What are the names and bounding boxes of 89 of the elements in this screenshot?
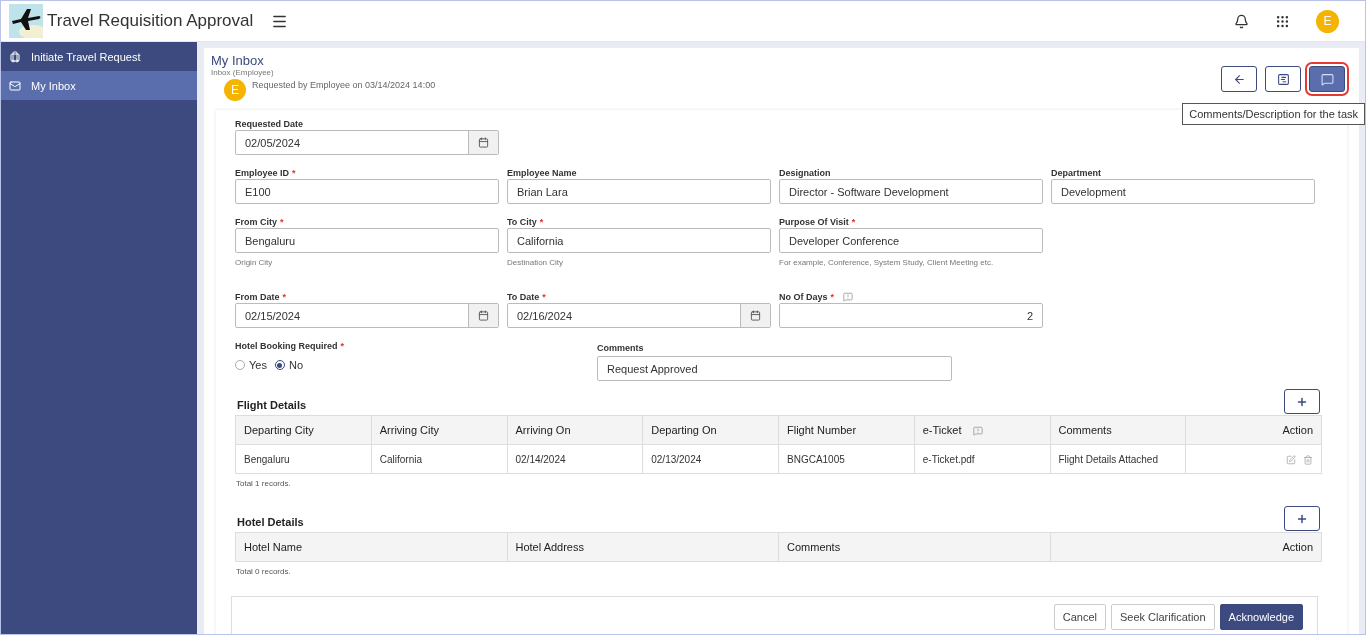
back-arrow-icon xyxy=(1232,72,1246,86)
field-label: Designation xyxy=(779,167,831,178)
required-asterisk: * xyxy=(542,291,546,302)
field-label: Employee Name xyxy=(507,167,577,178)
add-button[interactable] xyxy=(1284,389,1320,414)
page-subtitle: Inbox (Employee) xyxy=(211,68,275,77)
input-field[interactable]: E100 xyxy=(235,179,499,204)
required-asterisk: * xyxy=(830,291,835,302)
input-field[interactable]: Brian Lara xyxy=(507,179,771,204)
required-asterisk: * xyxy=(280,216,284,227)
field-label: To Date xyxy=(507,291,540,302)
requested-by-text: Requested by Employee on 03/14/2024 14:00 xyxy=(252,80,436,90)
app-title: Travel Requisition Approval xyxy=(47,11,254,31)
comments-field[interactable]: Request Approved xyxy=(597,356,952,381)
apps-grid-icon[interactable] xyxy=(1275,13,1290,29)
tooltip: Comments/Description for the task xyxy=(1182,103,1365,125)
field-label: Purpose Of Visit xyxy=(779,216,849,227)
input-field[interactable]: Bengaluru xyxy=(235,228,499,253)
radio-option[interactable]: No xyxy=(274,359,303,371)
column-header: e-Ticket xyxy=(922,423,962,436)
column-header: Comments xyxy=(787,541,841,553)
field-label: Hotel Booking Required xyxy=(235,340,338,351)
comment-icon xyxy=(1320,72,1334,86)
field-label: Requested Date xyxy=(235,118,304,129)
requester-avatar: E xyxy=(224,79,246,101)
plus-icon xyxy=(1296,512,1308,525)
input-field[interactable]: Developer Conference xyxy=(779,228,1043,253)
back-button[interactable] xyxy=(1221,66,1257,92)
field-label: From Date xyxy=(235,291,280,302)
secondary-button[interactable]: Seek Clarification xyxy=(1110,604,1215,630)
calendar-icon xyxy=(750,310,761,321)
calendar-icon xyxy=(478,310,489,321)
date-field[interactable]: 02/15/2024 xyxy=(235,303,499,328)
required-asterisk: * xyxy=(851,216,856,227)
secondary-button[interactable]: Cancel xyxy=(1053,604,1106,630)
column-header: Arriving City xyxy=(379,424,440,436)
plane-logo-icon xyxy=(9,4,43,38)
field-hint: Origin City xyxy=(235,258,274,267)
field-label: No Of Days xyxy=(779,291,828,302)
section-title: Hotel Details xyxy=(236,516,304,530)
column-header: Hotel Address xyxy=(515,541,584,553)
table-cell: Flight Details Attached xyxy=(1050,444,1186,474)
column-header: Action xyxy=(1282,541,1313,553)
table-cell: BNGCA1005 xyxy=(778,444,915,474)
form-icon xyxy=(1276,72,1290,86)
radio-option[interactable]: Yes xyxy=(235,359,267,371)
table-cell: California xyxy=(371,444,507,474)
input-field[interactable]: Director - Software Development xyxy=(779,179,1043,204)
plus-icon xyxy=(1296,395,1308,408)
mail-icon xyxy=(9,79,21,92)
section-title: Flight Details xyxy=(236,399,307,413)
column-header: Arriving On xyxy=(515,424,571,436)
calendar-icon xyxy=(478,137,489,148)
field-label: Department xyxy=(1051,167,1101,178)
column-header: Flight Number xyxy=(787,424,857,436)
table-cell: Bengaluru xyxy=(235,444,372,474)
table-cell: 02/14/2024 xyxy=(507,444,643,474)
field-hint: Destination City xyxy=(507,258,565,267)
field-label: To City xyxy=(507,216,537,227)
page-title: My Inbox xyxy=(211,54,265,68)
input-field[interactable]: 2 xyxy=(779,303,1043,328)
form-button[interactable] xyxy=(1265,66,1301,92)
table-cell: 02/13/2024 xyxy=(642,444,779,474)
column-header: Departing On xyxy=(651,424,717,436)
column-header: Hotel Name xyxy=(244,541,303,553)
sidebar-item[interactable]: My Inbox xyxy=(1,71,197,100)
required-asterisk: * xyxy=(340,340,345,351)
date-field[interactable]: 02/05/2024 xyxy=(235,130,499,155)
required-asterisk: * xyxy=(539,216,544,227)
field-label: From City xyxy=(235,216,277,227)
luggage-icon xyxy=(9,50,21,63)
column-header: Action xyxy=(1282,424,1313,436)
date-field[interactable]: 02/16/2024 xyxy=(507,303,771,328)
column-header: Departing City xyxy=(244,424,314,436)
input-field[interactable]: California xyxy=(507,228,771,253)
notification-bell-icon[interactable] xyxy=(1234,13,1249,29)
field-label: Comments xyxy=(597,342,645,353)
field-label: Employee ID xyxy=(235,167,290,178)
input-field[interactable]: Development xyxy=(1051,179,1315,204)
column-header: Comments xyxy=(1058,424,1112,436)
required-asterisk: * xyxy=(292,167,296,178)
primary-button[interactable]: Acknowledge xyxy=(1219,604,1303,630)
sidebar-item[interactable]: Initiate Travel Request xyxy=(1,42,197,71)
field-hint: For example, Conference, System Study, Client Meeting etc. xyxy=(779,258,995,267)
records-total: Total 0 records. xyxy=(236,567,292,576)
table-cell: e-Ticket.pdf xyxy=(914,444,1050,474)
records-total: Total 1 records. xyxy=(236,479,292,488)
required-asterisk: * xyxy=(282,291,287,302)
add-button[interactable] xyxy=(1284,506,1320,531)
